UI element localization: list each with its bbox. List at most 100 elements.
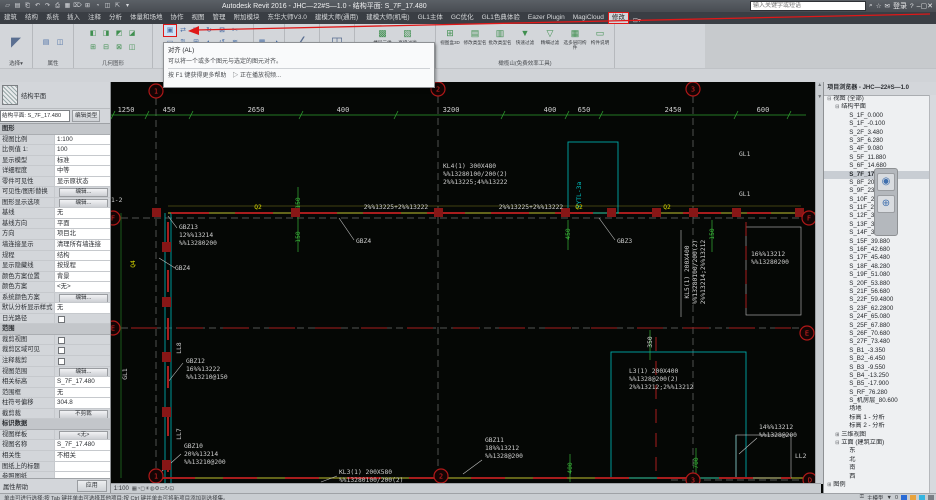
property-value[interactable]: 平面 <box>55 219 110 229</box>
signin-button[interactable]: 登录 <box>893 1 907 11</box>
type-selector[interactable]: 结构平面: S_7F_17.480 <box>0 110 70 122</box>
qat-icon[interactable]: ⎗ <box>23 2 32 11</box>
qat-icon[interactable]: ▾ <box>123 2 132 11</box>
qat-icon[interactable]: ↷ <box>43 2 52 11</box>
browser-item-S_21F_56.680[interactable]: S_21F_56.680 <box>824 288 930 296</box>
communication-icon[interactable]: ✉ <box>885 2 890 10</box>
browser-scrollbar[interactable] <box>929 95 936 493</box>
browser-item-S_26F_70.680[interactable]: S_26F_70.680 <box>824 330 930 338</box>
property-value[interactable]: <无> <box>55 430 110 440</box>
browser-item-标高 1 - 分析[interactable]: 标高 1 - 分析 <box>824 414 930 422</box>
tab-Eazer Plugin[interactable]: Eazer Plugin <box>524 12 569 24</box>
browser-item-立面 (建筑立面)[interactable]: ⊟立面 (建筑立面) <box>824 439 930 447</box>
properties-tool-icon[interactable]: ▤ <box>40 37 52 48</box>
browser-item-东[interactable]: 东 <box>824 447 930 455</box>
gls-button[interactable]: ▼快速过滤 <box>514 26 537 59</box>
browser-item-S_19F_51.080[interactable]: S_19F_51.080 <box>824 271 930 279</box>
property-row[interactable]: 范围框无 <box>0 388 110 399</box>
property-row[interactable]: 颜色方案位置背景 <box>0 272 110 283</box>
geometry-tool-icon[interactable]: ◧ <box>87 28 99 39</box>
gls-button[interactable]: ▦选多层同构件 <box>564 26 587 59</box>
browser-item-S_机房层_80.600[interactable]: S_机房层_80.600 <box>824 397 930 405</box>
tab-管理[interactable]: 管理 <box>209 12 230 24</box>
zoom-icon[interactable]: ⊕ <box>877 195 895 213</box>
qat-icon[interactable]: ⌦ <box>73 2 82 11</box>
property-value[interactable]: 100 <box>55 145 110 155</box>
canvas-scrollbar[interactable]: ▲▼ <box>815 82 823 484</box>
browser-item-北[interactable]: 北 <box>824 456 930 464</box>
qat-icon[interactable]: ⎙ <box>53 2 62 11</box>
properties-help-link[interactable]: 属性帮助 <box>3 482 28 491</box>
gls-button[interactable]: ▭构件说明 <box>589 26 612 59</box>
browser-item-结构平面[interactable]: ⊟结构平面 <box>824 103 930 111</box>
property-row[interactable]: 方向项目北 <box>0 229 110 240</box>
lock-icon[interactable]: ⚿ <box>860 494 864 500</box>
property-value[interactable]: 编辑... <box>55 293 110 303</box>
gls-button[interactable]: ▽精细过滤 <box>539 26 562 59</box>
apply-button[interactable]: 应用 <box>77 480 107 492</box>
property-row[interactable]: 相关性不相关 <box>0 451 110 462</box>
tab-插入[interactable]: 插入 <box>63 12 84 24</box>
property-value[interactable]: 无 <box>55 208 110 218</box>
property-row[interactable]: 比例值 1:100 <box>0 145 110 156</box>
browser-item-西[interactable]: 西 <box>824 473 930 481</box>
property-value[interactable] <box>55 335 110 345</box>
tab-建模大师(通用)[interactable]: 建模大师(通用) <box>311 12 362 24</box>
property-value[interactable]: 不相关 <box>55 451 110 461</box>
browser-item-S_16F_42.680[interactable]: S_16F_42.680 <box>824 246 930 254</box>
edit-button[interactable]: 编辑... <box>59 188 108 197</box>
taskbar-icon[interactable] <box>928 495 934 500</box>
browser-item-S_RF_76.280[interactable]: S_RF_76.280 <box>824 389 930 397</box>
edit-button[interactable]: 编辑... <box>59 368 108 377</box>
edit-button[interactable]: 编辑... <box>59 199 108 208</box>
property-value[interactable]: 按规程 <box>55 261 110 271</box>
property-value[interactable]: 显示原状态 <box>55 177 110 187</box>
help-icon[interactable]: ? <box>910 3 914 10</box>
taskbar-icon[interactable] <box>910 495 916 500</box>
property-row[interactable]: 显示模型标准 <box>0 156 110 167</box>
browser-item-S_22F_59.4800[interactable]: S_22F_59.4800 <box>824 296 930 304</box>
modify-tool-icon[interactable]: ⊠ <box>216 25 228 36</box>
property-value[interactable]: S_7F_17.480 <box>55 377 110 387</box>
viewbar-icon[interactable]: ⊡ <box>169 486 174 492</box>
geometry-tool-icon[interactable]: ◨ <box>100 28 112 39</box>
property-row[interactable]: 颜色方案<无> <box>0 282 110 293</box>
taskbar-icon[interactable] <box>901 495 907 500</box>
property-row[interactable]: 注释裁剪 <box>0 356 110 367</box>
property-row[interactable]: 零件可见性显示原状态 <box>0 177 110 188</box>
property-section-标识数据[interactable]: 标识数据 <box>0 419 110 430</box>
browser-item-S_1F_0.000[interactable]: S_1F_0.000 <box>824 112 930 120</box>
modify-tool-icon[interactable]: ⇄ <box>177 25 189 36</box>
property-value[interactable] <box>55 356 110 366</box>
browser-item-三维视图[interactable]: ⊞三维视图 <box>824 431 930 439</box>
edit-button[interactable]: 不剪裁 <box>59 410 108 419</box>
property-value[interactable]: 中等 <box>55 166 110 176</box>
geometry-tool-icon[interactable]: ⊠ <box>113 42 125 53</box>
geometry-tool-icon[interactable]: ⊟ <box>100 42 112 53</box>
property-row[interactable]: 裁剪区域可见 <box>0 345 110 356</box>
drawing-canvas[interactable]: 1250450265040032004006502450600123123DFE… <box>111 82 823 493</box>
tab-GL1主体[interactable]: GL1主体 <box>414 12 447 24</box>
browser-item-图例[interactable]: ⊞图例 <box>824 481 930 489</box>
search-icon[interactable]: ⌕ <box>869 2 873 10</box>
property-row[interactable]: 默认分析显示样式无 <box>0 303 110 314</box>
steering-wheel-icon[interactable]: ◉ <box>877 173 895 191</box>
gls-button[interactable]: ⊞视图盒3D <box>439 26 462 59</box>
property-value[interactable] <box>55 314 110 324</box>
browser-item-S_18F_48.280[interactable]: S_18F_48.280 <box>824 263 930 271</box>
property-row[interactable]: 基线无 <box>0 208 110 219</box>
property-value[interactable]: S_7F_17.480 <box>55 440 110 450</box>
property-row[interactable]: 视图样板<无> <box>0 430 110 441</box>
tab-体量和场地[interactable]: 体量和场地 <box>126 12 167 24</box>
modify-tool-icon[interactable]: ✂ <box>229 25 241 36</box>
property-value[interactable] <box>55 462 110 472</box>
browser-item-S_17F_45.480[interactable]: S_17F_45.480 <box>824 254 930 262</box>
property-row[interactable]: 相关标高S_7F_17.480 <box>0 377 110 388</box>
property-value[interactable]: 304.8 <box>55 398 110 408</box>
tab-GL1色典体验[interactable]: GL1色典体验 <box>478 12 524 24</box>
browser-item-场地[interactable]: 场地 <box>824 405 930 413</box>
tab-协作[interactable]: 协作 <box>167 12 188 24</box>
edit-type-button[interactable]: 编辑类型 <box>72 110 100 122</box>
tab-东华大师V3.0[interactable]: 东华大师V3.0 <box>264 12 311 24</box>
property-row[interactable]: 图纸上的标题 <box>0 462 110 473</box>
